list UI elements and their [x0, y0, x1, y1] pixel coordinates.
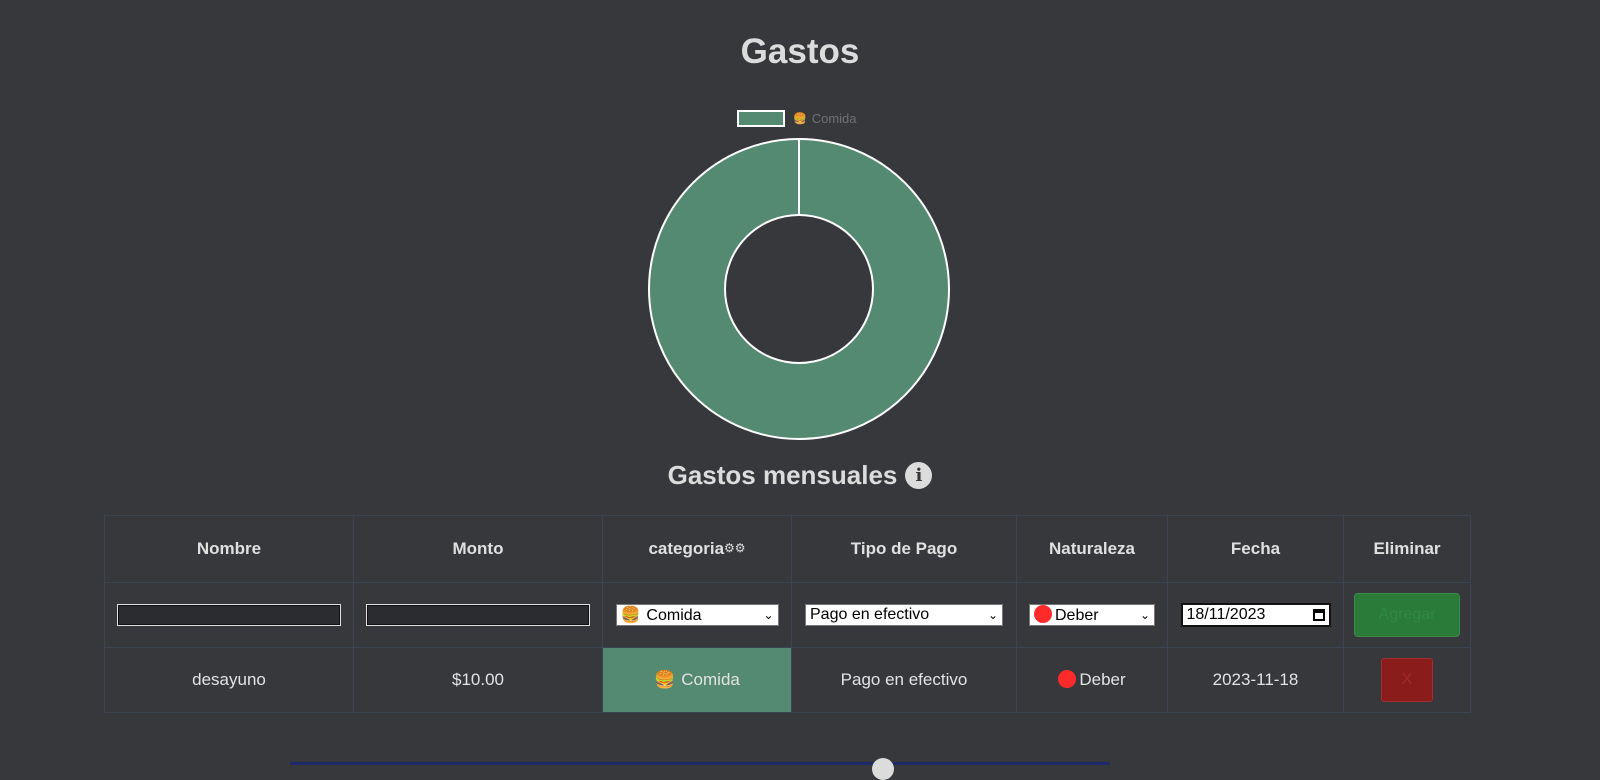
cell-nombre-input	[104, 582, 354, 648]
monto-input[interactable]	[366, 604, 590, 626]
cell-fecha-input: 18/11/2023	[1167, 582, 1344, 648]
row-naturaleza: Deber	[1016, 647, 1168, 713]
table-row: desayuno $10.00 🍔 Comida Pago en efectivo…	[104, 647, 1471, 713]
chevron-down-icon: ⌄	[987, 608, 998, 622]
header-eliminar: Eliminar	[1343, 515, 1471, 583]
donut-chart	[647, 138, 951, 440]
section-header: Gastos mensuales i	[0, 460, 1600, 491]
tipo-pago-selected-label: Pago en efectivo	[810, 606, 930, 623]
legend-label: Comida	[811, 111, 857, 126]
red-circle-icon	[1058, 670, 1077, 688]
burger-icon: 🍔	[654, 670, 676, 689]
nombre-input[interactable]	[117, 604, 341, 626]
page-title: Gastos	[740, 32, 860, 71]
section-title: Gastos mensuales	[667, 460, 898, 490]
chart-legend[interactable]: 🍔 Comida	[737, 110, 857, 127]
table-header-row: Nombre Monto categoria⚙⚙ Tipo de Pago Na…	[104, 515, 1471, 583]
tipo-pago-select[interactable]: Pago en efectivo ⌄	[805, 604, 1003, 626]
row-categoria-label: Comida	[681, 670, 740, 689]
naturaleza-selected-label: Deber	[1055, 607, 1099, 624]
cell-categoria-select: 🍔 Comida ⌄	[602, 582, 792, 648]
categoria-select-value: 🍔 Comida	[621, 605, 702, 625]
row-categoria: 🍔 Comida	[602, 647, 792, 713]
fecha-input-value: 18/11/2023	[1186, 606, 1266, 623]
red-circle-icon	[1034, 605, 1052, 623]
categoria-selected-label: Comida	[646, 607, 702, 624]
naturaleza-select[interactable]: Deber ⌄	[1029, 604, 1155, 626]
cell-agregar: Agregar	[1343, 582, 1471, 648]
header-monto: Monto	[353, 515, 603, 583]
cell-monto-input	[353, 582, 603, 648]
bottom-dot	[872, 758, 894, 780]
legend-item: 🍔 Comida	[793, 111, 857, 126]
categoria-select[interactable]: 🍔 Comida ⌄	[615, 604, 779, 626]
row-eliminar: X	[1343, 647, 1471, 713]
fecha-input[interactable]: 18/11/2023	[1180, 603, 1331, 627]
header-categoria[interactable]: categoria⚙⚙	[602, 515, 792, 583]
header-tipo-pago: Tipo de Pago	[791, 515, 1017, 583]
burger-icon: 🍔	[620, 607, 641, 624]
legend-swatch	[737, 110, 785, 127]
header-categoria-label: categoria	[648, 539, 725, 558]
cell-tipo-pago-select: Pago en efectivo ⌄	[791, 582, 1017, 648]
cell-naturaleza-select: Deber ⌄	[1016, 582, 1168, 648]
burger-icon: 🍔	[793, 113, 807, 125]
header-nombre: Nombre	[104, 515, 354, 583]
header-naturaleza: Naturaleza	[1016, 515, 1168, 583]
gear-icon[interactable]: ⚙⚙	[724, 541, 746, 555]
row-nombre: desayuno	[104, 647, 354, 713]
chevron-down-icon: ⌄	[763, 608, 774, 622]
expenses-table: Nombre Monto categoria⚙⚙ Tipo de Pago Na…	[104, 515, 1471, 713]
header-fecha: Fecha	[1167, 515, 1344, 583]
row-naturaleza-label: Deber	[1079, 670, 1126, 689]
info-icon[interactable]: i	[905, 462, 933, 489]
row-fecha: 2023-11-18	[1167, 647, 1344, 713]
form-row: 🍔 Comida ⌄ Pago en efectivo ⌄ Deber ⌄ 18/…	[104, 582, 1471, 648]
chevron-down-icon: ⌄	[1139, 608, 1150, 622]
add-button[interactable]: Agregar	[1354, 593, 1460, 637]
row-tipo-pago: Pago en efectivo	[791, 647, 1017, 713]
naturaleza-select-value: Deber	[1034, 605, 1099, 625]
delete-button[interactable]: X	[1381, 658, 1433, 702]
calendar-icon[interactable]	[1312, 609, 1325, 621]
row-monto: $10.00	[353, 647, 603, 713]
